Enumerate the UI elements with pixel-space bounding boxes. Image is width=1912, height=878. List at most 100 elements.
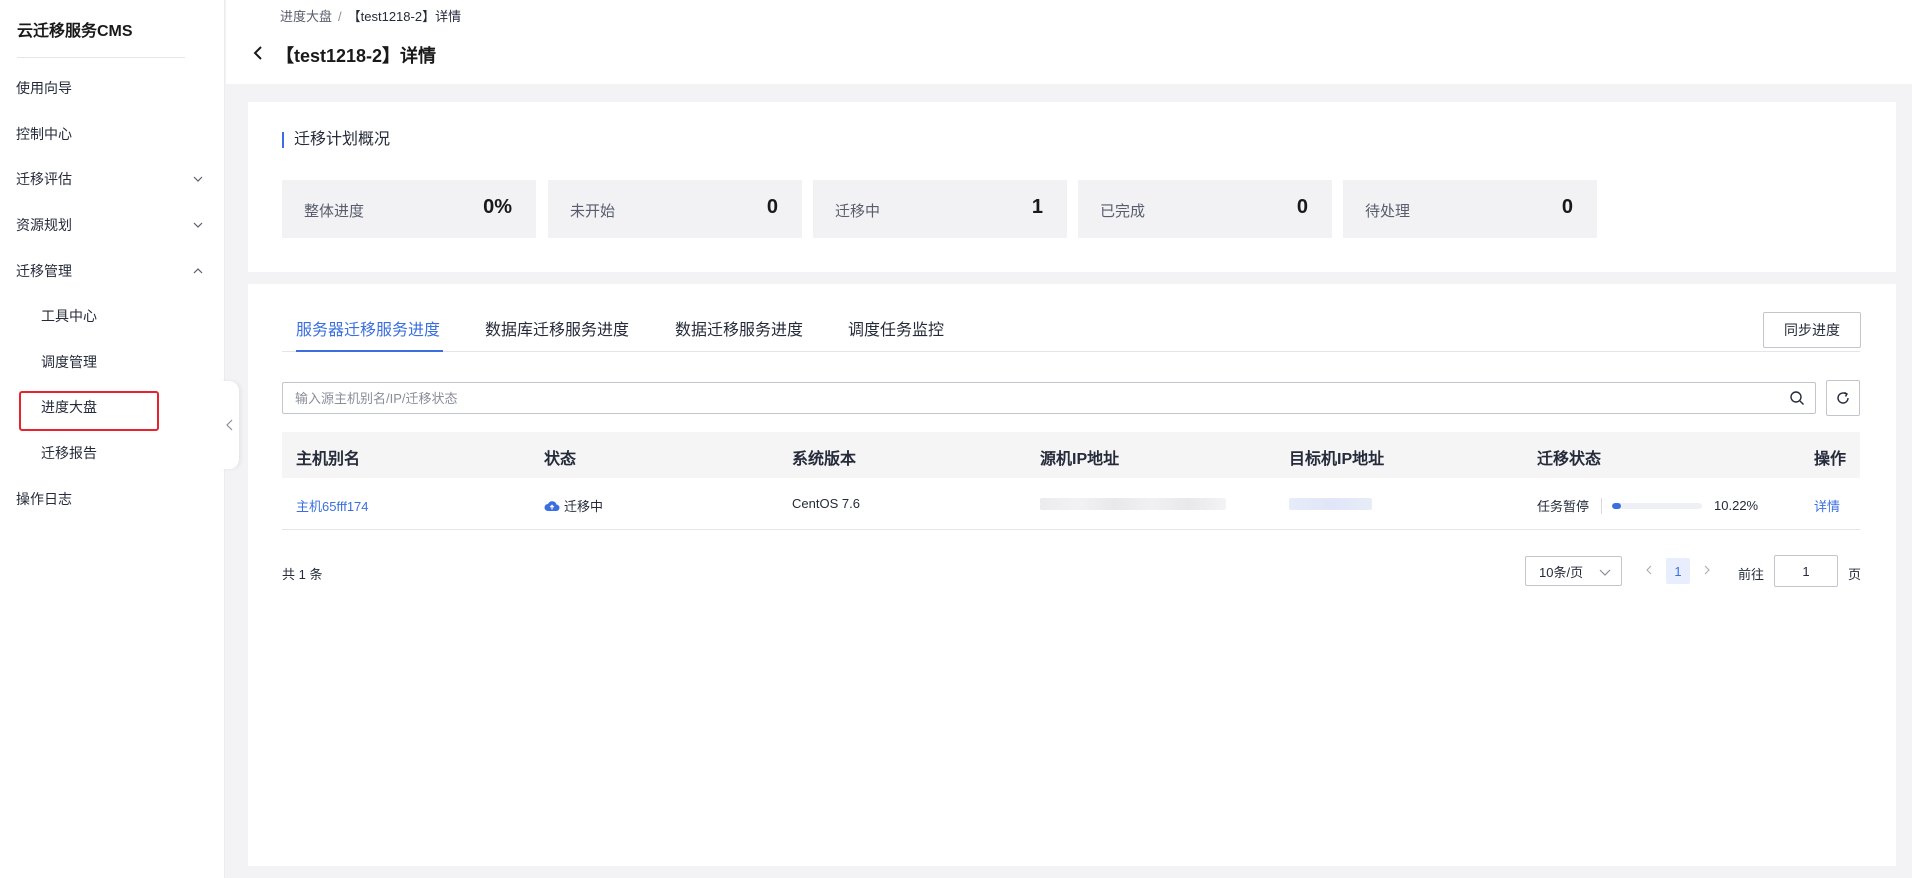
- migration-state-text: 任务暂停: [1537, 499, 1590, 514]
- progress-card: 服务器迁移服务进度 数据库迁移服务进度 数据迁移服务进度 调度任务监控 同步进度…: [248, 284, 1896, 866]
- highlight-box: [19, 391, 159, 431]
- stat-pending: 待处理 0: [1343, 180, 1597, 238]
- column-header-migration-state: 迁移状态: [1537, 451, 1602, 468]
- stat-label: 未开始: [570, 203, 616, 220]
- stat-label: 迁移中: [835, 203, 881, 220]
- tab-bar: 服务器迁移服务进度 数据库迁移服务进度 数据迁移服务进度 调度任务监控: [282, 284, 1860, 352]
- table-row: 主机65fff174 迁移中 CentOS 7.6 任务暂停 10.22% 详情: [282, 478, 1860, 530]
- stat-value: 0: [766, 196, 778, 218]
- column-header-status: 状态: [544, 451, 577, 468]
- refresh-button[interactable]: [1826, 380, 1860, 416]
- chevron-down-icon: [190, 215, 206, 235]
- sidebar-item-label: 操作日志: [16, 491, 72, 507]
- status-text: 迁移中: [564, 499, 604, 514]
- goto-label: 前往: [1738, 567, 1765, 582]
- migration-state-cell: 任务暂停 10.22%: [1537, 496, 1758, 515]
- sidebar-item-label: 迁移管理: [16, 263, 72, 279]
- sidebar-item-label: 调度管理: [41, 354, 97, 370]
- sidebar-item-migration-management[interactable]: 迁移管理: [16, 261, 206, 281]
- progress-percent: 10.22%: [1714, 498, 1759, 513]
- sidebar-item-schedule-management[interactable]: 调度管理: [41, 352, 191, 372]
- target-ip-redacted: [1289, 498, 1372, 510]
- brand-divider: [17, 57, 185, 58]
- host-alias-link[interactable]: 主机65fff174: [296, 496, 369, 515]
- page-size-select[interactable]: 10条/页: [1525, 556, 1622, 586]
- stat-migrating: 迁移中 1: [813, 180, 1067, 238]
- table-header: 主机别名 状态 系统版本 源机IP地址 目标机IP地址 迁移状态 操作: [282, 432, 1860, 478]
- column-header-os: 系统版本: [792, 451, 857, 468]
- column-header-target-ip: 目标机IP地址: [1289, 451, 1385, 468]
- tab-schedule-monitor[interactable]: 调度任务监控: [848, 316, 944, 340]
- sidebar-item-label: 资源规划: [16, 217, 72, 233]
- column-header-action: 操作: [1814, 451, 1847, 468]
- cell-divider: [1601, 497, 1603, 514]
- server-table: 主机别名 状态 系统版本 源机IP地址 目标机IP地址 迁移状态 操作 主机65…: [282, 432, 1860, 530]
- sidebar-item-guide[interactable]: 使用向导: [16, 78, 206, 98]
- chevron-left-icon: [225, 419, 235, 431]
- total-count: 共 1 条: [282, 567, 323, 582]
- goto-page-input[interactable]: [1774, 555, 1838, 587]
- search-icon[interactable]: [1789, 390, 1805, 406]
- progress-bar: [1612, 502, 1703, 509]
- progress-bar-fill: [1612, 502, 1622, 509]
- cloud-upload-icon: [544, 499, 560, 513]
- sidebar-item-operation-log[interactable]: 操作日志: [16, 489, 206, 509]
- sidebar-item-label: 迁移评估: [16, 171, 72, 187]
- stat-value: 0: [1296, 196, 1308, 218]
- sidebar-item-label: 控制中心: [16, 126, 72, 142]
- sidebar-item-resource-planning[interactable]: 资源规划: [16, 215, 206, 235]
- page-header: 进度大盘 / 【test1218-2】详情 【test1218-2】详情: [226, 0, 1912, 84]
- prev-page-button[interactable]: [1642, 562, 1656, 578]
- page-number-current[interactable]: 1: [1666, 558, 1690, 584]
- active-tab-indicator: [296, 350, 443, 352]
- stat-not-started: 未开始 0: [548, 180, 802, 238]
- stat-label: 已完成: [1100, 203, 1146, 220]
- chevron-down-icon: [190, 169, 206, 189]
- app-title: 云迁移服务CMS: [17, 23, 133, 40]
- back-button[interactable]: [248, 42, 268, 64]
- tab-database-migration[interactable]: 数据库迁移服务进度: [485, 316, 629, 340]
- stat-overall-progress: 整体进度 0%: [282, 180, 536, 238]
- chevron-up-icon: [190, 261, 206, 281]
- stat-value: 0%: [483, 196, 512, 218]
- page-title: 【test1218-2】详情: [276, 46, 437, 66]
- stat-value: 0: [1561, 196, 1573, 218]
- arrow-left-icon: [252, 45, 264, 61]
- sidebar-item-migration-report[interactable]: 迁移报告: [41, 443, 191, 463]
- overview-card: 迁移计划概况 整体进度 0% 未开始 0 迁移中 1 已完成 0 待处理 0: [248, 102, 1896, 272]
- sync-progress-button[interactable]: 同步进度: [1763, 312, 1861, 348]
- breadcrumb-separator: /: [338, 9, 342, 24]
- tab-data-migration[interactable]: 数据迁移服务进度: [675, 316, 803, 340]
- sidebar-collapse-toggle[interactable]: [220, 381, 239, 469]
- stat-completed: 已完成 0: [1078, 180, 1332, 238]
- sidebar-item-label: 使用向导: [16, 80, 72, 96]
- detail-link[interactable]: 详情: [1814, 496, 1840, 515]
- sidebar-item-control-center[interactable]: 控制中心: [16, 124, 206, 144]
- chevron-left-icon: [1645, 565, 1653, 575]
- sidebar-item-tool-center[interactable]: 工具中心: [41, 306, 191, 326]
- tab-server-migration[interactable]: 服务器迁移服务进度: [296, 316, 440, 340]
- search-input[interactable]: [283, 383, 1773, 413]
- column-header-source-ip: 源机IP地址: [1040, 451, 1120, 468]
- breadcrumb-parent[interactable]: 进度大盘: [280, 9, 332, 24]
- search-box: [282, 382, 1816, 414]
- stat-label: 整体进度: [304, 203, 365, 220]
- breadcrumb: 进度大盘 / 【test1218-2】详情: [280, 6, 461, 25]
- breadcrumb-current: 【test1218-2】详情: [347, 9, 462, 24]
- sidebar-item-label: 迁移报告: [41, 445, 97, 461]
- stat-label: 待处理: [1365, 203, 1411, 220]
- sidebar-item-label: 工具中心: [41, 308, 97, 324]
- status-cell: 迁移中: [544, 496, 603, 515]
- refresh-icon: [1835, 390, 1851, 406]
- os-version: CentOS 7.6: [792, 496, 860, 511]
- source-ip-redacted: [1040, 498, 1226, 510]
- section-title: 迁移计划概况: [282, 132, 390, 148]
- chevron-right-icon: [1703, 565, 1711, 575]
- page-size-value: 10条/页: [1539, 564, 1584, 580]
- next-page-button[interactable]: [1700, 562, 1714, 578]
- stat-value: 1: [1031, 196, 1043, 218]
- sidebar: 云迁移服务CMS 使用向导 控制中心 迁移评估 资源规划 迁移管理 工具中心 调…: [0, 0, 225, 878]
- column-header-alias: 主机别名: [296, 451, 361, 468]
- page-unit-label: 页: [1848, 567, 1862, 582]
- sidebar-item-assessment[interactable]: 迁移评估: [16, 169, 206, 189]
